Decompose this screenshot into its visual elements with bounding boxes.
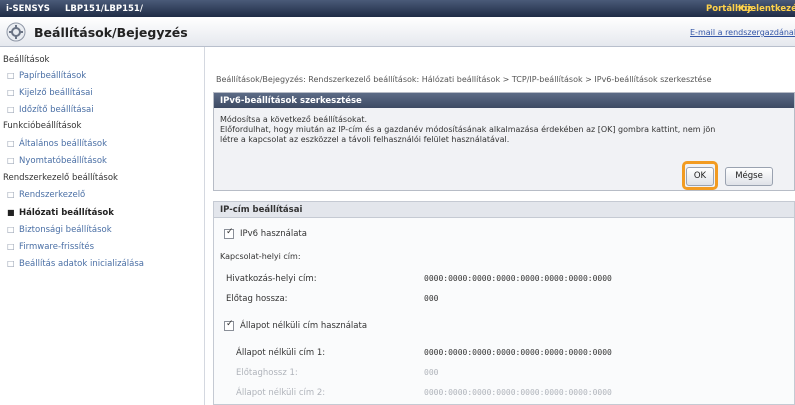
ok-button[interactable]: OK (686, 167, 714, 186)
sidebar-item-printer[interactable]: Nyomtatóbeállítások (7, 156, 107, 166)
sidebar-item-display[interactable]: Kijelző beállításai (7, 88, 93, 98)
dialog-line-3: létre a kapcsolat az eszközzel a távoli … (220, 135, 510, 144)
prefix-length-value: 000 (424, 294, 439, 303)
prefix-1-label: Előtaghossz 1: (236, 368, 298, 378)
prefix-length-label: Előtag hossza: (226, 294, 288, 304)
use-ipv6-label: IPv6 használata (240, 229, 307, 239)
sidebar-item-general[interactable]: Általános beállítások (7, 139, 107, 149)
sidebar-item-admin[interactable]: Rendszerkezelő (7, 190, 85, 200)
sidebar-item-network[interactable]: Hálózati beállítások (7, 208, 114, 218)
cancel-button[interactable]: Mégse (725, 167, 773, 186)
stateless-address-2-label: Állapot nélküli cím 2: (236, 388, 326, 398)
model-label: LBP151/LBP151/ (65, 4, 143, 14)
sidebar-group-settings[interactable]: Beállítások (3, 55, 49, 65)
section-title: IP-cím beállításai (214, 202, 794, 218)
dialog-line-2: Előfordulhat, hogy miután az IP-cím és a… (220, 125, 716, 134)
stateless-address-1-label: Állapot nélküli cím 1: (236, 348, 326, 358)
stateless-label: Állapot nélküli cím használata (240, 321, 368, 331)
breadcrumb: Beállítások/Bejegyzés: Rendszerkezelő be… (216, 75, 712, 84)
dialog-line-1: Módosítsa a következő beállításokat. (220, 115, 368, 124)
use-ipv6-checkbox[interactable] (224, 227, 234, 239)
top-bar: i-SENSYS LBP151/LBP151/ Portálhoz Kijele… (0, 0, 795, 17)
router-address-value: 0000:0000:0000:0000:0000:0000:0000:0000 (424, 274, 612, 283)
page-title: Beállítások/Bejegyzés (34, 25, 188, 40)
stateless-address-2-value: 0000:0000:0000:0000:0000:0000:0000:0000 (424, 388, 612, 397)
stateless-checkbox[interactable] (224, 319, 234, 331)
sidebar: Beállítások Papírbeállítások Kijelző beá… (0, 47, 205, 405)
dialog-message: Módosítsa a következő beállításokat. Elő… (220, 115, 785, 145)
sidebar-item-firmware[interactable]: Firmware-frissítés (7, 242, 94, 252)
router-address-label: Hivatkozás-helyi cím: (226, 274, 317, 284)
page-header: Beállítások/Bejegyzés E-mail a rendszerg… (0, 17, 795, 47)
ip-settings-section: IP-cím beállításai IPv6 használata Kapcs… (213, 201, 795, 405)
sidebar-item-init[interactable]: Beállítás adatok inicializálása (7, 259, 144, 269)
sidebar-item-security[interactable]: Biztonsági beállítások (7, 225, 112, 235)
sidebar-group-admin[interactable]: Rendszerkezelő beállítások (3, 173, 118, 183)
link-local-label: Kapcsolat-helyi cím: (220, 252, 301, 261)
sidebar-item-timer[interactable]: Időzítő beállításai (7, 105, 94, 115)
email-admin-link[interactable]: E-mail a rendszergazdának (690, 28, 795, 37)
brand-label: i-SENSYS (6, 4, 50, 14)
stateless-address-1-value: 0000:0000:0000:0000:0000:0000:0000:0000 (424, 348, 612, 357)
ipv6-edit-dialog: IPv6-beállítások szerkesztése Módosítsa … (213, 92, 795, 191)
prefix-1-value: 000 (424, 368, 439, 377)
dialog-title: IPv6-beállítások szerkesztése (214, 93, 794, 108)
gear-icon (6, 22, 26, 42)
sidebar-group-functions[interactable]: Funkcióbeállítások (3, 121, 81, 131)
sidebar-item-paper[interactable]: Papírbeállítások (7, 71, 86, 81)
logout-link[interactable]: Kijelentkezés (738, 4, 795, 14)
